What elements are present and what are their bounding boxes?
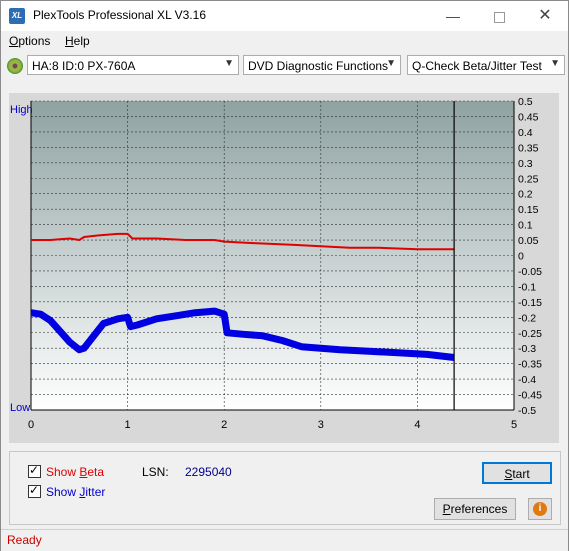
y-label-low: Low — [10, 402, 30, 414]
beta-jitter-chart: 0.5 0.45 0.4 0.35 0.3 0.25 0.2 0.15 0.1 0.05 0 -0.0… — [10, 96, 542, 431]
menu-options[interactable]: Options — [9, 34, 50, 48]
menu-bar: Options Help — [1, 31, 568, 51]
y-tick-label: 0.45 — [518, 111, 539, 123]
preferences-button[interactable]: Preferences — [434, 498, 516, 520]
start-button[interactable]: Start — [482, 462, 552, 484]
y-tick-label: -0.45 — [518, 390, 542, 402]
y-tick-label: -0.15 — [518, 297, 542, 309]
show-beta-checkbox[interactable] — [28, 463, 41, 478]
y-tick-label: 0.35 — [518, 142, 539, 154]
y-label-high: High — [10, 104, 33, 116]
y-tick-label: -0.05 — [518, 266, 542, 278]
minimize-button[interactable]: — — [430, 1, 476, 31]
test-select[interactable]: Q-Check Beta/Jitter Test ▼ — [407, 55, 565, 75]
y-tick-label: 0.1 — [518, 220, 533, 232]
status-bar: Ready — [1, 529, 568, 551]
x-tick-label: 1 — [125, 419, 131, 431]
maximize-button[interactable] — [476, 1, 522, 31]
function-select-value: DVD Diagnostic Functions — [248, 59, 389, 73]
x-tick-label: 0 — [28, 419, 34, 431]
y-tick-label: -0.25 — [518, 328, 542, 340]
info-icon: i — [533, 502, 547, 516]
x-tick-label: 5 — [511, 419, 517, 431]
title-bar: XL PlexTools Professional XL V3.16 — ✕ — [1, 1, 568, 31]
y-tick-label: 0.2 — [518, 189, 533, 201]
x-tick-label: 4 — [414, 419, 420, 431]
y-tick-label: 0.4 — [518, 127, 533, 139]
function-select[interactable]: DVD Diagnostic Functions ▼ — [243, 55, 401, 75]
y-tick-label: -0.4 — [518, 374, 536, 386]
y-tick-label: -0.5 — [518, 405, 536, 417]
lsn-value: 2295040 — [185, 465, 232, 479]
drive-select[interactable]: HA:8 ID:0 PX-760A ▼ — [27, 55, 239, 75]
chevron-down-icon: ▼ — [224, 58, 234, 69]
app-logo-icon: XL — [9, 8, 25, 24]
toolbar: HA:8 ID:0 PX-760A ▼ DVD Diagnostic Funct… — [1, 53, 568, 79]
chevron-down-icon: ▼ — [550, 58, 560, 69]
show-jitter-label[interactable]: Show Jitter — [46, 485, 105, 499]
y-tick-label: -0.2 — [518, 312, 536, 324]
y-tick-label: 0.5 — [518, 96, 533, 108]
drive-select-value: HA:8 ID:0 PX-760A — [32, 59, 136, 73]
y-tick-label: 0.05 — [518, 235, 539, 247]
disc-drive-icon — [7, 58, 23, 74]
menu-help[interactable]: Help — [65, 34, 90, 48]
y-tick-label: -0.1 — [518, 281, 536, 293]
chart-panel: 0.5 0.45 0.4 0.35 0.3 0.25 0.2 0.15 0.1 0.05 0 -0.0… — [9, 93, 559, 443]
y-tick-label: 0.25 — [518, 173, 539, 185]
lsn-label: LSN: — [142, 465, 169, 479]
status-text: Ready — [7, 533, 42, 547]
y-tick-label: -0.3 — [518, 343, 536, 355]
y-tick-label: 0.3 — [518, 158, 533, 170]
close-button[interactable]: ✕ — [522, 1, 568, 31]
x-tick-label: 3 — [318, 419, 324, 431]
y-tick-label: 0 — [518, 251, 524, 263]
controls-panel: Show Beta Show Jitter LSN: 2295040 Start… — [9, 451, 561, 525]
y-tick-label: -0.35 — [518, 359, 542, 371]
x-tick-label: 2 — [221, 419, 227, 431]
window-title: PlexTools Professional XL V3.16 — [33, 8, 206, 22]
y-tick-label: 0.15 — [518, 204, 539, 216]
test-select-value: Q-Check Beta/Jitter Test — [412, 59, 542, 73]
show-jitter-checkbox[interactable] — [28, 483, 41, 498]
info-button[interactable]: i — [528, 498, 552, 520]
chevron-down-icon: ▼ — [386, 58, 396, 69]
main-window: XL PlexTools Professional XL V3.16 — ✕ O… — [0, 0, 569, 551]
show-beta-label[interactable]: Show Beta — [46, 465, 104, 479]
